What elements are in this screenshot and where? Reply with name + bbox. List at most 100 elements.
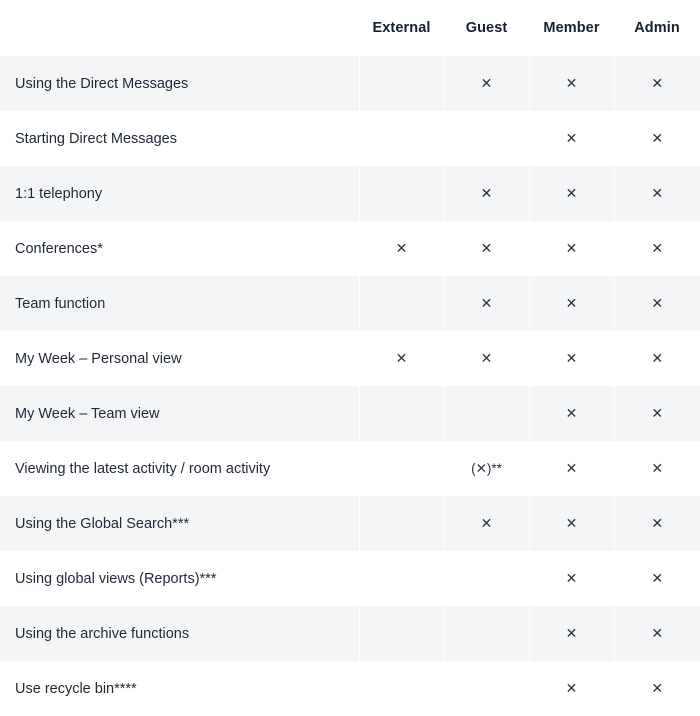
permission-check-icon: ✕ — [565, 679, 578, 696]
feature-label: Conferences* — [0, 221, 360, 276]
permission-cell-admin: ✕ — [614, 111, 700, 166]
permission-cell-guest: ✕ — [444, 331, 530, 386]
feature-label: Viewing the latest activity / room activ… — [0, 441, 360, 496]
table-row: Viewing the latest activity / room activ… — [0, 441, 700, 496]
permission-cell-member: ✕ — [529, 386, 615, 441]
permission-check-icon: ✕ — [651, 679, 664, 696]
permission-check-icon: ✕ — [480, 74, 493, 91]
permission-cell-guest — [444, 386, 530, 441]
permission-cell-member: ✕ — [529, 606, 615, 661]
feature-label: Starting Direct Messages — [0, 111, 360, 166]
permission-cell-member: ✕ — [529, 111, 615, 166]
permission-check-icon: ✕ — [480, 514, 493, 531]
permission-cell-external — [359, 166, 445, 221]
permission-check-icon: ✕ — [565, 569, 578, 586]
permission-cell-guest — [444, 111, 530, 166]
permission-cell-admin: ✕ — [614, 661, 700, 716]
permission-check-icon: ✕ — [651, 459, 664, 476]
permission-cell-external — [359, 661, 445, 716]
feature-label: Using the Direct Messages — [0, 56, 360, 111]
permission-check-icon: ✕ — [565, 624, 578, 641]
permission-cell-guest: ✕ — [444, 166, 530, 221]
permission-cell-external — [359, 551, 445, 606]
permission-cell-member: ✕ — [529, 661, 615, 716]
column-header-admin: Admin — [614, 0, 700, 56]
table-row: Use recycle bin**** ✕ ✕ — [0, 661, 700, 716]
table-header: External Guest Member Admin — [0, 0, 700, 56]
permission-check-icon: ✕ — [651, 74, 664, 91]
permission-cell-external — [359, 276, 445, 331]
permission-check-icon: ✕ — [565, 74, 578, 91]
column-header-external: External — [359, 0, 444, 56]
column-header-feature — [0, 0, 359, 56]
table-row: Using the Direct Messages ✕ ✕ ✕ — [0, 56, 700, 111]
permission-cell-member: ✕ — [529, 56, 615, 111]
table-row: Starting Direct Messages ✕ ✕ — [0, 111, 700, 166]
permission-cell-admin: ✕ — [614, 56, 700, 111]
permission-cell-external — [359, 386, 445, 441]
permission-check-icon: ✕ — [651, 569, 664, 586]
permission-cell-admin: ✕ — [614, 331, 700, 386]
permission-check-icon: ✕ — [480, 239, 493, 256]
permission-check-icon: ✕ — [651, 514, 664, 531]
permission-cell-admin: ✕ — [614, 166, 700, 221]
permission-check-icon: ✕ — [565, 129, 578, 146]
permission-cell-member: ✕ — [529, 441, 615, 496]
permission-cell-guest — [444, 606, 530, 661]
permission-cell-external — [359, 441, 445, 496]
permission-cell-external — [359, 496, 445, 551]
table-row: Team function ✕ ✕ ✕ — [0, 276, 700, 331]
permission-cell-admin: ✕ — [614, 551, 700, 606]
permission-cell-guest: ✕ — [444, 276, 530, 331]
feature-label: Team function — [0, 276, 360, 331]
feature-label: Using the archive functions — [0, 606, 360, 661]
permission-check-icon: ✕ — [395, 349, 408, 366]
permission-cell-member: ✕ — [529, 166, 615, 221]
permission-cell-member: ✕ — [529, 496, 615, 551]
permission-conditional-icon: (✕)** — [471, 460, 502, 476]
table-body: Using the Direct Messages ✕ ✕ ✕ Starting Dir… — [0, 56, 700, 716]
permission-check-icon: ✕ — [651, 129, 664, 146]
table-row: My Week – Team view ✕ ✕ — [0, 386, 700, 441]
table-row: My Week – Personal view ✕ ✕ ✕ ✕ — [0, 331, 700, 386]
permission-check-icon: ✕ — [395, 239, 408, 256]
permission-cell-admin: ✕ — [614, 496, 700, 551]
feature-label: My Week – Team view — [0, 386, 360, 441]
permission-cell-admin: ✕ — [614, 276, 700, 331]
permission-cell-admin: ✕ — [614, 221, 700, 276]
permission-cell-guest: ✕ — [444, 496, 530, 551]
permission-check-icon: ✕ — [565, 239, 578, 256]
permission-check-icon: ✕ — [651, 624, 664, 641]
permission-check-icon: ✕ — [565, 294, 578, 311]
permission-cell-guest — [444, 661, 530, 716]
table-row: Conferences* ✕ ✕ ✕ ✕ — [0, 221, 700, 276]
permission-check-icon: ✕ — [651, 349, 664, 366]
table-row: Using the Global Search*** ✕ ✕ ✕ — [0, 496, 700, 551]
permission-check-icon: ✕ — [651, 239, 664, 256]
permission-cell-member: ✕ — [529, 331, 615, 386]
permission-cell-guest — [444, 551, 530, 606]
feature-label: Using the Global Search*** — [0, 496, 360, 551]
feature-label: My Week – Personal view — [0, 331, 360, 386]
permission-check-icon: ✕ — [480, 349, 493, 366]
permission-cell-member: ✕ — [529, 221, 615, 276]
permission-check-icon: ✕ — [565, 184, 578, 201]
permission-cell-admin: ✕ — [614, 386, 700, 441]
permissions-matrix-table: External Guest Member Admin Using the Di… — [0, 0, 700, 716]
feature-label: Use recycle bin**** — [0, 661, 360, 716]
permission-check-icon: ✕ — [651, 184, 664, 201]
permission-check-icon: ✕ — [565, 514, 578, 531]
feature-label: 1:1 telephony — [0, 166, 360, 221]
permission-check-icon: ✕ — [565, 459, 578, 476]
permission-check-icon: ✕ — [565, 404, 578, 421]
permission-check-icon: ✕ — [651, 404, 664, 421]
header-row: External Guest Member Admin — [0, 0, 700, 56]
permission-check-icon: ✕ — [651, 294, 664, 311]
permission-cell-external — [359, 56, 445, 111]
table-row: Using global views (Reports)*** ✕ ✕ — [0, 551, 700, 606]
permission-check-icon: ✕ — [480, 294, 493, 311]
permission-cell-external — [359, 606, 445, 661]
permission-cell-guest: ✕ — [444, 56, 530, 111]
permission-cell-admin: ✕ — [614, 441, 700, 496]
permission-cell-guest: ✕ — [444, 221, 530, 276]
